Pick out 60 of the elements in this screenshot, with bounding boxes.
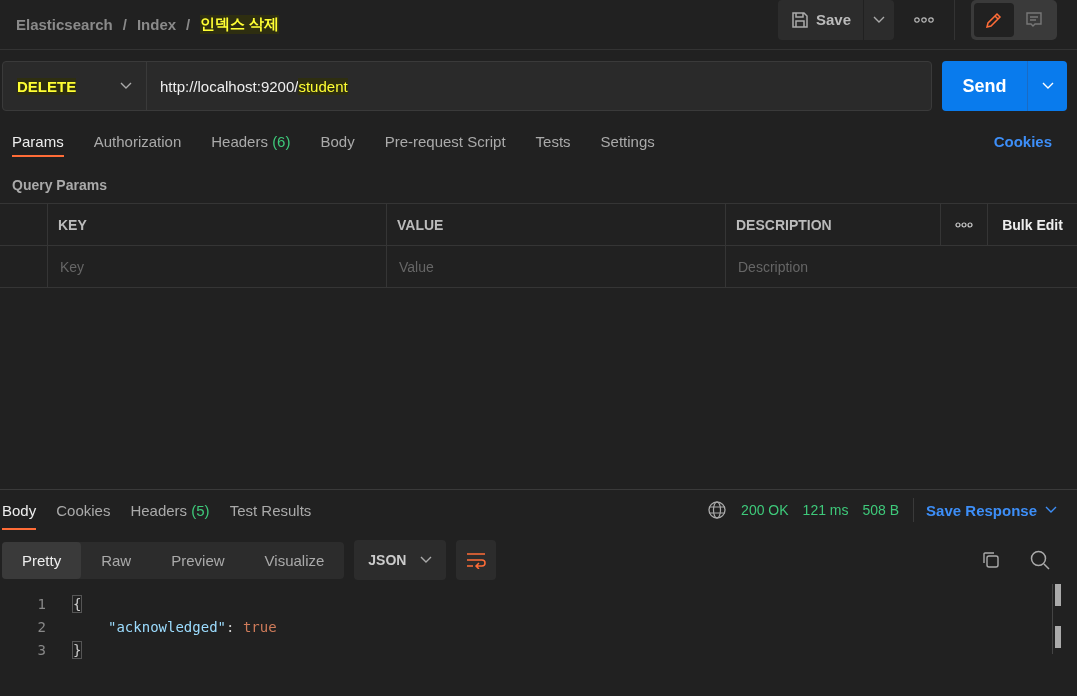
more-icon	[914, 16, 934, 23]
request-tab[interactable]: Pre-request Script	[384, 115, 506, 167]
cookies-link[interactable]: Cookies	[993, 132, 1052, 150]
chevron-down-icon	[1041, 82, 1054, 90]
param-input[interactable]: Value	[397, 257, 725, 276]
response-tab[interactable]: Cookies	[56, 490, 111, 530]
breadcrumb-separator: /	[186, 16, 191, 33]
copy-icon[interactable]	[981, 550, 1001, 570]
request-tab[interactable]: Headers (6)	[211, 115, 291, 167]
breadcrumb-item[interactable]: 인덱스 삭제	[200, 15, 280, 34]
wrap-icon	[465, 551, 488, 569]
save-button[interactable]: Save	[777, 0, 863, 40]
column-header: DESCRIPTION	[726, 204, 941, 245]
line-number: 2	[36, 618, 47, 635]
wrap-lines-button[interactable]	[456, 540, 497, 580]
view-mode-button[interactable]: Raw	[81, 541, 152, 579]
breadcrumb-item[interactable]: Index	[136, 16, 177, 33]
request-tab[interactable]: Body	[320, 115, 355, 167]
response-tab[interactable]: Headers (5)	[130, 490, 210, 530]
line-number: 3	[36, 641, 47, 658]
edit-mode-button[interactable]	[974, 2, 1014, 37]
globe-icon[interactable]	[707, 500, 728, 520]
save-response-button[interactable]: Save Response	[926, 501, 1057, 519]
code-brace: }	[72, 640, 83, 659]
search-icon[interactable]	[1029, 549, 1051, 571]
json-value: true	[242, 618, 277, 635]
response-tab[interactable]: Test Results	[229, 490, 312, 530]
section-title: Query Params	[11, 176, 108, 195]
url-field[interactable]: http://localhost:9200/student	[147, 62, 348, 110]
json-key: "acknowledged"	[108, 618, 226, 635]
request-tab[interactable]: Settings	[600, 115, 655, 167]
param-input[interactable]: Key	[58, 257, 386, 276]
chevron-down-icon	[873, 15, 885, 24]
column-header: VALUE	[387, 204, 726, 245]
bulk-edit-button[interactable]: Bulk Edit	[988, 204, 1077, 245]
request-tab[interactable]: Params	[12, 115, 64, 167]
response-time: 121 ms	[802, 502, 849, 518]
json-colon: :	[226, 618, 236, 635]
request-tab[interactable]: Authorization	[93, 115, 182, 167]
line-number: 1	[36, 595, 47, 612]
code-brace: {	[72, 594, 83, 613]
column-header: KEY	[48, 204, 387, 245]
view-mode-button[interactable]: Visualize	[244, 541, 345, 579]
request-tab[interactable]: Tests	[535, 115, 571, 167]
chevron-down-icon	[120, 82, 132, 90]
save-dropdown-button[interactable]	[864, 0, 894, 40]
format-dropdown[interactable]: JSON	[354, 540, 447, 580]
breadcrumb-item[interactable]: Elasticsearch	[16, 16, 113, 33]
more-icon[interactable]	[955, 221, 973, 228]
scrollbar[interactable]	[1052, 584, 1063, 654]
response-size: 508 B	[862, 502, 900, 518]
view-mode-button[interactable]: Pretty	[2, 541, 82, 579]
param-input[interactable]: Description	[736, 257, 1077, 276]
view-mode-button[interactable]: Preview	[151, 541, 245, 579]
response-tab[interactable]: Body	[2, 490, 37, 530]
status-code: 200 OK	[741, 502, 789, 518]
breadcrumb-separator: /	[122, 16, 127, 33]
chevron-down-icon	[420, 556, 433, 564]
method-dropdown[interactable]: DELETE	[3, 62, 147, 110]
chevron-down-icon	[1045, 506, 1057, 514]
